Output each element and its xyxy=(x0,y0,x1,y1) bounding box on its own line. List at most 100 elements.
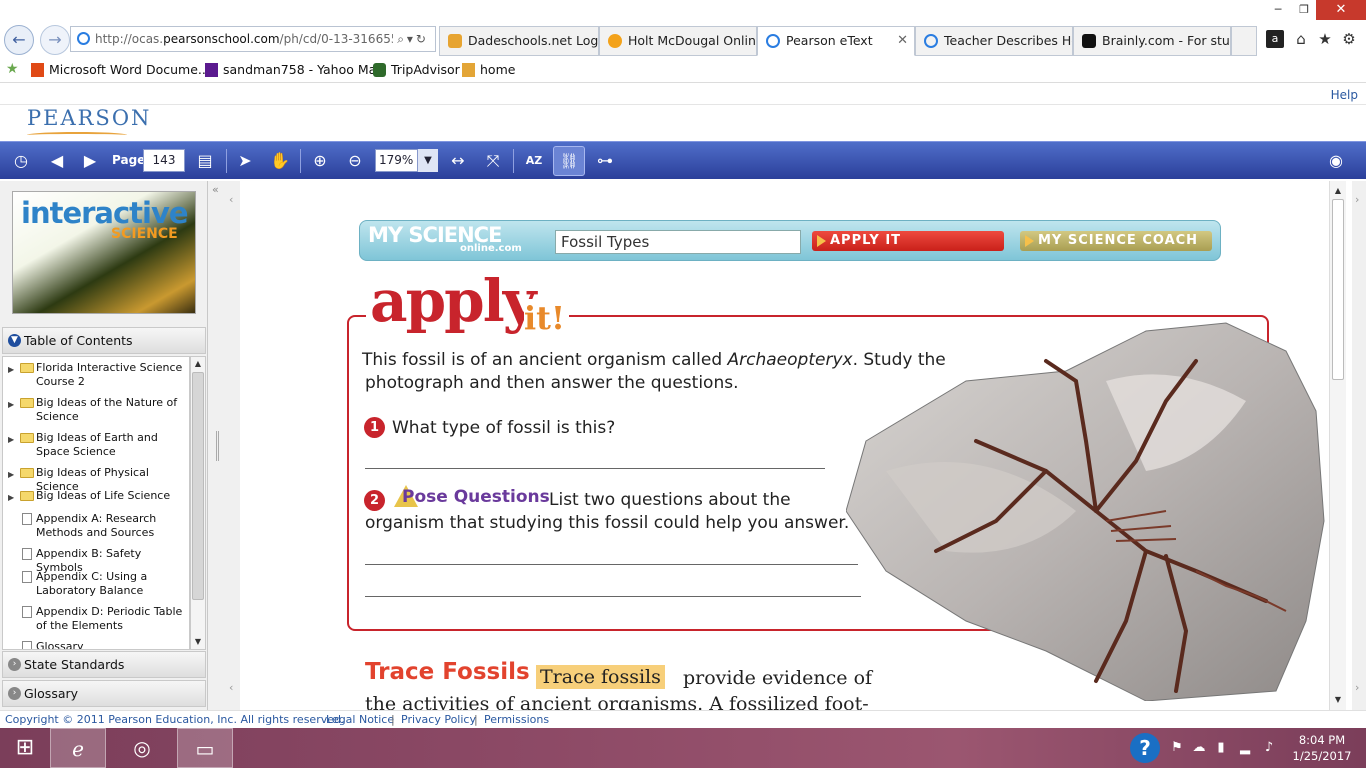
my-science-online-logo: MY SCIENCE online.com xyxy=(368,223,548,259)
network-tray-icon[interactable]: ▂ xyxy=(1236,739,1254,757)
favorite-word-doc[interactable]: Microsoft Word Docume... xyxy=(31,62,210,77)
glossary-section[interactable]: › Glossary xyxy=(2,680,206,707)
system-clock[interactable]: 8:04 PM 1/25/2017 xyxy=(1282,732,1362,764)
scroll-down-icon[interactable]: ▼ xyxy=(1332,693,1344,707)
scroll-thumb[interactable] xyxy=(1332,199,1344,380)
speaker-icon[interactable]: ◉ xyxy=(1324,149,1348,173)
previous-page-gutter[interactable]: ‹ ‹ xyxy=(226,181,240,710)
state-standards-section[interactable]: › State Standards xyxy=(2,651,206,678)
address-tools[interactable]: ⌕▾↻ xyxy=(393,27,429,51)
settings-gear-icon[interactable]: ⚙ xyxy=(1340,30,1358,48)
chevron-left-icon[interactable]: ‹ xyxy=(229,193,233,206)
page-scrollbar[interactable]: ▲ ▼ xyxy=(1329,181,1346,710)
amazon-icon[interactable]: a xyxy=(1266,30,1284,48)
tab-brainly[interactable]: Brainly.com - For stud... xyxy=(1073,26,1231,56)
chevron-right-icon[interactable]: › xyxy=(1355,193,1359,206)
restore-button[interactable]: ❐ xyxy=(1290,0,1318,20)
file-explorer-taskbar-icon[interactable]: ▭ xyxy=(177,728,233,768)
toc-item[interactable]: Appendix A: Research Methods and Sources xyxy=(3,512,189,542)
flag-tray-icon[interactable]: ⚑ xyxy=(1168,739,1186,757)
battery-tray-icon[interactable]: ▮ xyxy=(1212,739,1230,757)
add-favorite-icon[interactable]: ★ xyxy=(6,61,19,77)
zoom-dropdown-icon[interactable]: ▼ xyxy=(418,149,438,172)
tab-teacher-describes[interactable]: Teacher Describes Ho... xyxy=(915,26,1073,56)
favorite-yahoo-mail[interactable]: sandman758 - Yahoo Mail xyxy=(205,62,383,77)
toc-item[interactable]: Appendix B: Safety Symbols xyxy=(3,547,189,574)
address-bar[interactable]: http://ocas.pearsonschool.com/ph/cd/0-13… xyxy=(70,26,436,52)
chevron-down-icon: ▼ xyxy=(8,334,21,347)
splitter-grip[interactable] xyxy=(216,431,219,461)
toc-item[interactable]: Appendix C: Using a Laboratory Balance xyxy=(3,570,189,600)
chevron-right-icon[interactable]: › xyxy=(1355,681,1359,694)
toc-item[interactable]: ▶ Big Ideas of Earth and Space Science xyxy=(3,431,189,461)
favorites-star-icon[interactable]: ★ xyxy=(1316,30,1334,48)
zoom-out-icon[interactable]: ⊖ xyxy=(343,149,367,173)
back-button[interactable]: ← xyxy=(4,25,34,55)
tab-holt-mcdougal[interactable]: Holt McDougal Online xyxy=(599,26,757,56)
windows-start-icon[interactable]: ⊞ xyxy=(4,732,46,764)
select-pointer-icon[interactable]: ➤ xyxy=(233,149,257,173)
expand-arrow-icon[interactable]: ▶ xyxy=(8,468,14,482)
scroll-up-icon[interactable]: ▲ xyxy=(1332,184,1344,198)
toc-item-label: Florida Interactive Science Course 2 xyxy=(36,361,183,388)
tab-close-icon[interactable]: ✕ xyxy=(897,27,908,55)
clock-time: 8:04 PM xyxy=(1298,733,1346,747)
zoom-in-icon[interactable]: ⊕ xyxy=(308,149,332,173)
scroll-down-icon[interactable]: ▼ xyxy=(191,635,205,649)
apply-it-button[interactable]: APPLY IT xyxy=(812,231,1004,251)
hand-pan-icon[interactable]: ✋ xyxy=(268,149,292,173)
favorite-home[interactable]: home xyxy=(462,62,515,77)
minimize-button[interactable]: ─ xyxy=(1264,0,1292,20)
toc-item[interactable]: ▶ Florida Interactive Science Course 2 xyxy=(3,361,189,391)
toc-item[interactable]: ▶ Big Ideas of Life Science xyxy=(3,489,189,505)
favorite-tripadvisor[interactable]: TripAdvisor xyxy=(373,62,460,77)
next-page-gutter[interactable]: › › xyxy=(1352,181,1366,710)
toc-item[interactable]: ▶ Big Ideas of Physical Science xyxy=(3,466,189,493)
panel-splitter[interactable]: « xyxy=(208,181,226,710)
glossary-az-icon[interactable]: AZ xyxy=(520,149,548,173)
toc-header[interactable]: ▼ Table of Contents xyxy=(2,327,206,354)
collapse-panel-icon[interactable]: « xyxy=(212,183,219,196)
volume-tray-icon[interactable]: ♪ xyxy=(1260,739,1278,757)
page-number-input[interactable]: 143 xyxy=(143,149,185,172)
chevron-left-icon[interactable]: ‹ xyxy=(229,681,233,694)
tab-dadeschools[interactable]: Dadeschools.net Login xyxy=(439,26,599,56)
archaeopteryx-fossil-image xyxy=(846,322,1325,701)
toc-item-label: Appendix C: Using a Laboratory Balance xyxy=(36,570,148,597)
fit-width-icon[interactable]: ↔ xyxy=(446,149,470,173)
links-icon[interactable]: ⛓ xyxy=(553,146,585,176)
chrome-taskbar-icon[interactable]: ◎ xyxy=(114,728,170,768)
expand-arrow-icon[interactable]: ▶ xyxy=(8,398,14,412)
toc-scrollbar[interactable]: ▲ ▼ xyxy=(190,356,206,650)
legal-notice-link[interactable]: Legal Notice xyxy=(326,712,394,728)
audio-player-icon[interactable]: ⊶ xyxy=(591,149,619,173)
next-page-icon[interactable]: ▶ xyxy=(78,149,102,173)
toc-item[interactable]: ▶ Big Ideas of the Nature of Science xyxy=(3,396,189,426)
expand-arrow-icon[interactable]: ▶ xyxy=(8,433,14,447)
expand-arrow-icon[interactable]: ▶ xyxy=(8,491,14,505)
fit-page-icon[interactable]: ⤧ xyxy=(481,149,505,173)
toc-item[interactable]: Appendix D: Periodic Table of the Elemen… xyxy=(3,605,189,635)
zoom-level-input[interactable]: 179% xyxy=(375,149,418,172)
document-icon xyxy=(22,571,32,583)
onedrive-tray-icon[interactable]: ☁ xyxy=(1190,739,1208,757)
previous-page-icon[interactable]: ◀ xyxy=(45,149,69,173)
home-icon[interactable]: ⌂ xyxy=(1292,30,1310,48)
expand-arrow-icon[interactable]: ▶ xyxy=(8,363,14,377)
window-close-button[interactable]: ✕ xyxy=(1316,0,1366,20)
my-science-coach-button[interactable]: MY SCIENCE COACH xyxy=(1020,231,1212,251)
forward-button[interactable]: → xyxy=(40,25,70,55)
history-icon[interactable]: ◷ xyxy=(9,149,33,173)
it-heading: it! xyxy=(524,299,569,337)
toc-item[interactable]: Glossary xyxy=(3,640,189,649)
two-page-view-icon[interactable]: ▤ xyxy=(193,149,217,173)
tab-pearson-etext[interactable]: Pearson eText ✕ xyxy=(757,26,915,56)
help-tray-icon[interactable]: ? xyxy=(1130,733,1160,763)
scroll-thumb[interactable] xyxy=(192,372,204,600)
privacy-policy-link[interactable]: Privacy Policy xyxy=(401,712,476,728)
help-link[interactable]: Help xyxy=(1331,88,1358,102)
internet-explorer-taskbar-icon[interactable]: ℯ xyxy=(50,728,106,768)
permissions-link[interactable]: Permissions xyxy=(484,712,549,728)
new-tab-button[interactable] xyxy=(1231,26,1257,56)
scroll-up-icon[interactable]: ▲ xyxy=(191,357,205,371)
